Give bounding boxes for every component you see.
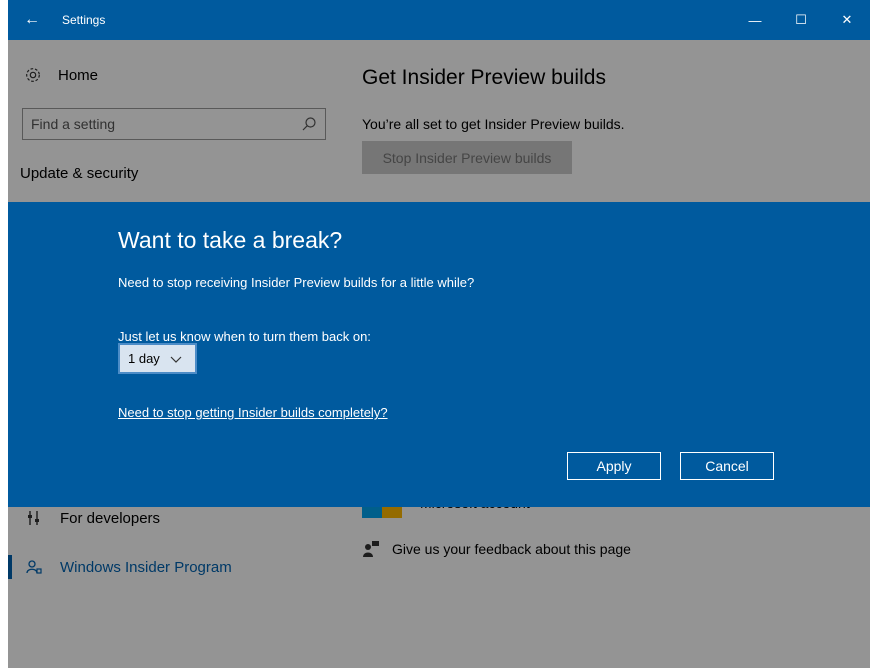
maximize-icon: ☐ — [795, 12, 807, 27]
close-icon: ✕ — [841, 12, 853, 27]
back-arrow-icon: ← — [24, 11, 40, 28]
close-button[interactable]: ✕ — [824, 0, 870, 40]
stop-completely-link[interactable]: Need to stop getting Insider builds comp… — [118, 405, 388, 420]
minimize-button[interactable]: — — [732, 0, 778, 40]
back-button[interactable]: ← — [8, 0, 56, 40]
window-title: Settings — [62, 13, 106, 27]
dialog-prompt: Just let us know when to turn them back … — [118, 329, 371, 344]
cancel-button[interactable]: Cancel — [680, 452, 774, 480]
apply-button[interactable]: Apply — [567, 452, 661, 480]
dialog-title: Want to take a break? — [118, 227, 343, 253]
chevron-down-icon — [170, 356, 182, 363]
pause-duration-value: 1 day — [128, 351, 160, 366]
minimize-icon: — — [748, 12, 762, 28]
pause-duration-select[interactable]: 1 day — [118, 343, 197, 374]
dialog-text: Need to stop receiving Insider Preview b… — [118, 275, 475, 290]
maximize-button[interactable]: ☐ — [778, 0, 824, 40]
title-bar: ← Settings — ☐ ✕ — [8, 0, 870, 40]
take-a-break-dialog: Want to take a break? Need to stop recei… — [8, 202, 870, 507]
